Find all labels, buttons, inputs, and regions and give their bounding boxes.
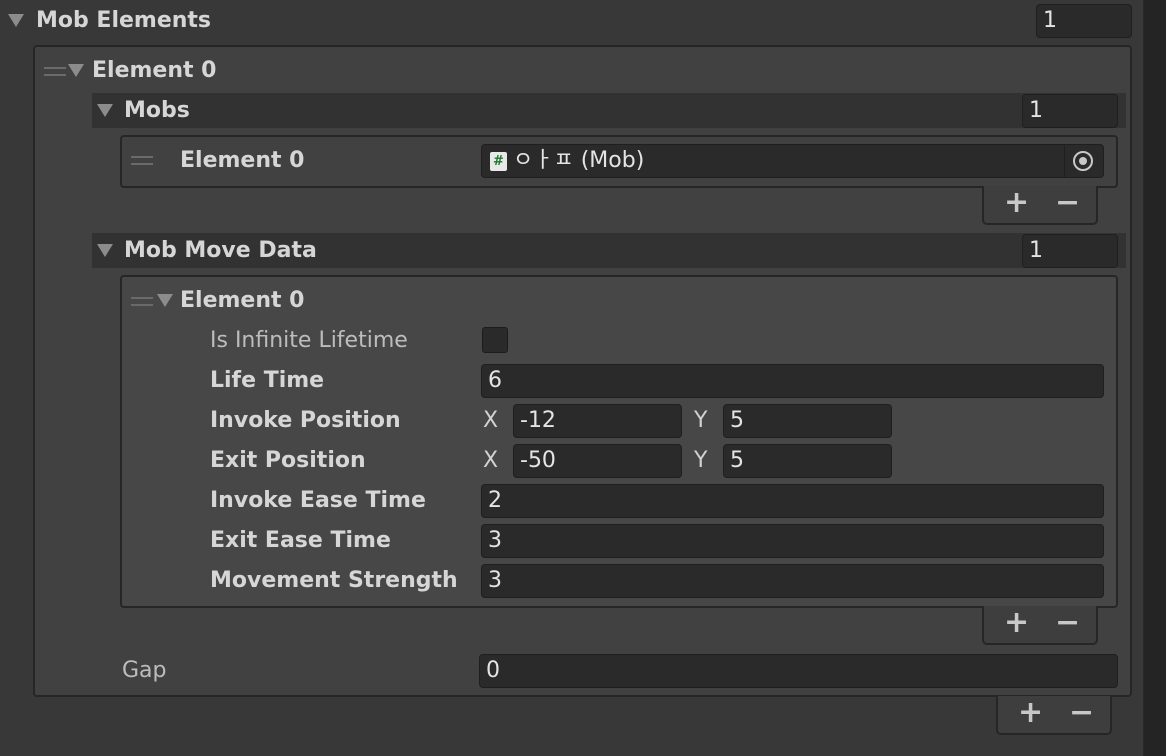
invoke-position-label: Invoke Position: [210, 408, 401, 433]
mob-move-data-size-field[interactable]: 1: [1022, 234, 1118, 268]
foldout-arrow-icon[interactable]: [8, 14, 24, 27]
move-data-element-0-label[interactable]: Element 0: [180, 286, 304, 316]
movement-strength-field[interactable]: 3: [481, 564, 1104, 598]
exit-position-label: Exit Position: [210, 448, 366, 473]
drag-handle-icon[interactable]: [131, 297, 153, 306]
move-data-add-button[interactable]: +: [1004, 608, 1029, 638]
movement-strength-label: Movement Strength: [210, 568, 458, 593]
field-divider: [1064, 145, 1065, 177]
invoke-position-y-label[interactable]: Y: [694, 406, 707, 436]
mob-move-data-label[interactable]: Mob Move Data: [124, 236, 317, 266]
mob-object-value: ㅇㅏㅍ (Mob): [513, 148, 645, 173]
mob-elements-add-button[interactable]: +: [1018, 698, 1043, 728]
gap-label: Gap: [122, 658, 167, 683]
object-picker-icon[interactable]: [1073, 151, 1093, 171]
mob-elements-size-field[interactable]: 1: [1036, 4, 1132, 38]
exit-position-y-label[interactable]: Y: [694, 446, 707, 476]
invoke-position-x-field[interactable]: -12: [513, 404, 682, 438]
foldout-arrow-icon[interactable]: [157, 294, 173, 307]
mob-object-field[interactable]: # ㅇㅏㅍ (Mob): [481, 144, 1104, 178]
mob-elements-remove-button[interactable]: −: [1069, 698, 1094, 728]
exit-ease-time-field[interactable]: 3: [481, 524, 1104, 558]
exit-ease-time-label: Exit Ease Time: [210, 528, 391, 553]
exit-position-x-field[interactable]: -50: [513, 444, 682, 478]
invoke-position-x-label[interactable]: X: [483, 406, 498, 436]
mobs-size-field[interactable]: 1: [1022, 94, 1118, 128]
mobs-add-button[interactable]: +: [1004, 188, 1029, 218]
foldout-arrow-icon[interactable]: [68, 64, 84, 77]
move-data-remove-button[interactable]: −: [1055, 608, 1080, 638]
mobs-remove-button[interactable]: −: [1055, 188, 1080, 218]
exit-position-y-field[interactable]: 5: [723, 444, 892, 478]
invoke-ease-time-field[interactable]: 2: [481, 484, 1104, 518]
is-infinite-lifetime-checkbox[interactable]: [482, 327, 508, 353]
element-0-label[interactable]: Element 0: [92, 56, 216, 86]
script-hash-icon: #: [490, 151, 507, 171]
foldout-arrow-icon[interactable]: [97, 244, 113, 257]
mob-elements-add-remove-bar: [996, 696, 1112, 735]
life-time-field[interactable]: 6: [481, 364, 1104, 398]
is-infinite-lifetime-label: Is Infinite Lifetime: [210, 328, 408, 353]
mob-elements-label[interactable]: Mob Elements: [36, 6, 211, 36]
invoke-position-y-field[interactable]: 5: [723, 404, 892, 438]
drag-handle-icon[interactable]: [131, 156, 153, 165]
drag-handle-icon[interactable]: [44, 67, 66, 76]
mobs-header: [92, 93, 1126, 128]
move-data-add-remove-bar: [982, 606, 1098, 645]
foldout-arrow-icon[interactable]: [97, 104, 113, 117]
exit-position-x-label[interactable]: X: [483, 446, 498, 476]
life-time-label: Life Time: [210, 368, 325, 393]
mob-move-data-list-panel: [120, 275, 1118, 608]
mobs-label[interactable]: Mobs: [124, 96, 190, 126]
invoke-ease-time-label: Invoke Ease Time: [210, 488, 426, 513]
inspector-scrollbar[interactable]: [1143, 0, 1166, 756]
mobs-add-remove-bar: [982, 186, 1098, 225]
gap-field[interactable]: 0: [479, 654, 1118, 688]
mobs-element-0-label: Element 0: [180, 148, 305, 173]
